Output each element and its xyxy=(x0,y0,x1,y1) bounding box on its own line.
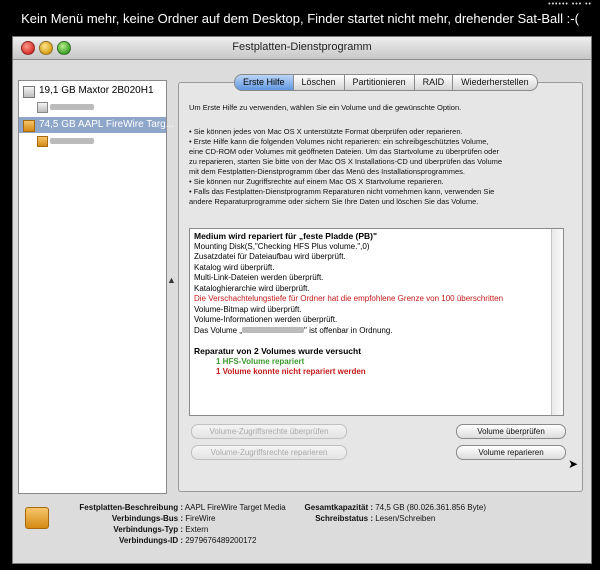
firewire-disk-icon xyxy=(23,120,35,132)
info-key: Verbindungs-Typ : xyxy=(113,525,183,534)
redacted-volume-name xyxy=(242,327,305,334)
bullet-line: andere Reparaturprogramme oder sichern S… xyxy=(189,197,479,206)
info-typ: Verbindungs-Typ : Extern xyxy=(63,525,208,534)
help-bullets: • Sie können jedes von Mac OS X unterstü… xyxy=(189,127,572,207)
caption-text: Kein Menü mehr, keine Ordner auf dem Des… xyxy=(21,11,579,26)
disk-info-panel: Festplatten-Beschreibung : AAPL FireWire… xyxy=(13,499,591,563)
info-value: Lesen/Schreiben xyxy=(375,514,436,523)
tab-bar: Erste Hilfe Löschen Partitionieren RAID … xyxy=(234,74,538,91)
volume-item-firewire[interactable] xyxy=(33,134,166,148)
log-summary: Reparatur von 2 Volumes wurde versucht xyxy=(194,346,362,356)
log-line: Katalog wird überprüft. xyxy=(194,262,275,272)
tab-raid[interactable]: RAID xyxy=(414,74,454,91)
bullet-line: mit dem Festplatten-Dienstprogramm über … xyxy=(189,167,465,176)
bullet-line: • Erste Hilfe kann die folgenden Volumes… xyxy=(189,137,489,146)
redacted-volume-name xyxy=(50,138,94,144)
log-ok-prefix: Das Volume „ xyxy=(194,325,243,335)
mouse-pointer-icon: ➤ xyxy=(568,457,579,471)
volume-item-maxtor[interactable] xyxy=(33,100,166,114)
log-failed: 1 Volume konnte nicht repariert werden xyxy=(216,367,366,376)
info-key: Festplatten-Beschreibung : xyxy=(79,503,183,512)
volume-icon xyxy=(37,102,48,113)
log-line: Volume-Informationen werden überprüft. xyxy=(194,315,338,324)
repair-volume-button[interactable]: Volume reparieren xyxy=(456,445,566,460)
menubar-tray-icons: •••••• ••• •• xyxy=(548,1,592,8)
disk-label: 19,1 GB Maxtor 2B020H1 xyxy=(39,85,154,96)
bullet-line: eine CD-ROM oder Volumes mit geöffneten … xyxy=(189,147,500,156)
log-ok-line: Das Volume „ " ist offenbar in Ordnung. xyxy=(194,326,559,337)
log-heading: Medium wird repariert für „feste Pladde … xyxy=(194,231,378,241)
info-key: Verbindungs-Bus : xyxy=(111,514,183,523)
log-line: Volume-Bitmap wird überprüft. xyxy=(194,304,302,314)
log-spacer xyxy=(194,336,559,346)
disk-item-maxtor[interactable]: 19,1 GB Maxtor 2B020H1 xyxy=(19,83,166,99)
info-value: FireWire xyxy=(185,514,216,523)
info-bus: Verbindungs-Bus : FireWire xyxy=(63,514,216,523)
firewire-disk-icon xyxy=(25,507,49,529)
log-line: Zusatzdatei für Dateiaufbau wird überprü… xyxy=(194,252,346,261)
log-repaired: 1 HFS-Volume repariert xyxy=(216,356,305,366)
window-title: Festplatten-Dienstprogramm xyxy=(232,41,372,53)
redacted-volume-name xyxy=(50,104,94,110)
info-key: Gesamtkapazität : xyxy=(304,503,373,512)
verify-volume-button[interactable]: Volume überprüfen xyxy=(456,424,566,439)
window-titlebar[interactable]: Festplatten-Dienstprogramm xyxy=(13,37,591,60)
log-line: Multi-Link-Dateien werden überprüft. xyxy=(194,273,324,282)
tab-partitionieren[interactable]: Partitionieren xyxy=(344,74,415,91)
hard-disk-icon xyxy=(23,86,35,98)
bullet-line: • Sie können jedes von Mac OS X unterstü… xyxy=(189,127,463,136)
repair-log[interactable]: Medium wird repariert für „feste Pladde … xyxy=(189,228,564,416)
disk-item-firewire[interactable]: 74,5 GB AAPL FireWire Targ... xyxy=(19,117,174,133)
verify-permissions-button[interactable]: Volume-Zugriffsrechte überprüfen xyxy=(191,424,347,439)
tab-loeschen[interactable]: Löschen xyxy=(293,74,345,91)
tab-erste-hilfe[interactable]: Erste Hilfe xyxy=(234,74,294,91)
info-key: Verbindungs-ID : xyxy=(119,536,183,545)
desktop-caption-bar: Kein Menü mehr, keine Ordner auf dem Des… xyxy=(0,0,600,36)
log-warning: Die Verschachtelungstiefe für Ordner hat… xyxy=(194,294,504,303)
disk-utility-window: Festplatten-Dienstprogramm 19,1 GB Maxto… xyxy=(12,36,592,564)
intro-text: Um Erste Hilfe zu verwenden, wählen Sie … xyxy=(189,103,462,112)
info-value: AAPL FireWire Target Media xyxy=(184,503,286,512)
info-key: Schreibstatus : xyxy=(315,514,373,523)
info-id: Verbindungs-ID : 2979676489200172 xyxy=(63,536,256,545)
info-kapazitaet: Gesamtkapazität : 74,5 GB (80.026.361.85… xyxy=(297,503,486,512)
disk-label: 74,5 GB AAPL FireWire Targ... xyxy=(39,119,175,130)
volume-icon xyxy=(37,136,48,147)
info-schreibstatus: Schreibstatus : Lesen/Schreiben xyxy=(297,514,435,523)
bullet-line: • Falls das Festplatten-Dienstprogramm R… xyxy=(189,187,495,196)
repair-permissions-button[interactable]: Volume-Zugriffsrechte reparieren xyxy=(191,445,347,460)
info-value: 74,5 GB (80.026.361.856 Byte) xyxy=(375,503,486,512)
splitter-arrow-icon[interactable]: ▲ xyxy=(167,275,176,285)
info-beschreibung: Festplatten-Beschreibung : AAPL FireWire… xyxy=(63,503,286,512)
info-value: Extern xyxy=(185,525,209,534)
bullet-line: zu reparieren, starten Sie bitte von der… xyxy=(189,157,503,166)
disk-list[interactable]: 19,1 GB Maxtor 2B020H1 74,5 GB AAPL Fire… xyxy=(18,80,174,494)
info-value: 2979676489200172 xyxy=(185,536,257,545)
log-line: Kataloghierarchie wird überprüft. xyxy=(194,283,310,293)
log-ok-suffix: " ist offenbar in Ordnung. xyxy=(304,325,393,335)
log-line: Mounting Disk(S,"Checking HFS Plus volum… xyxy=(194,241,370,251)
tab-wiederherstellen[interactable]: Wiederherstellen xyxy=(453,74,538,91)
bullet-line: • Sie können nur Zugriffsrechte auf eine… xyxy=(189,177,444,186)
first-aid-panel: Erste Hilfe Löschen Partitionieren RAID … xyxy=(178,74,583,492)
log-scrollbar[interactable] xyxy=(551,229,563,415)
